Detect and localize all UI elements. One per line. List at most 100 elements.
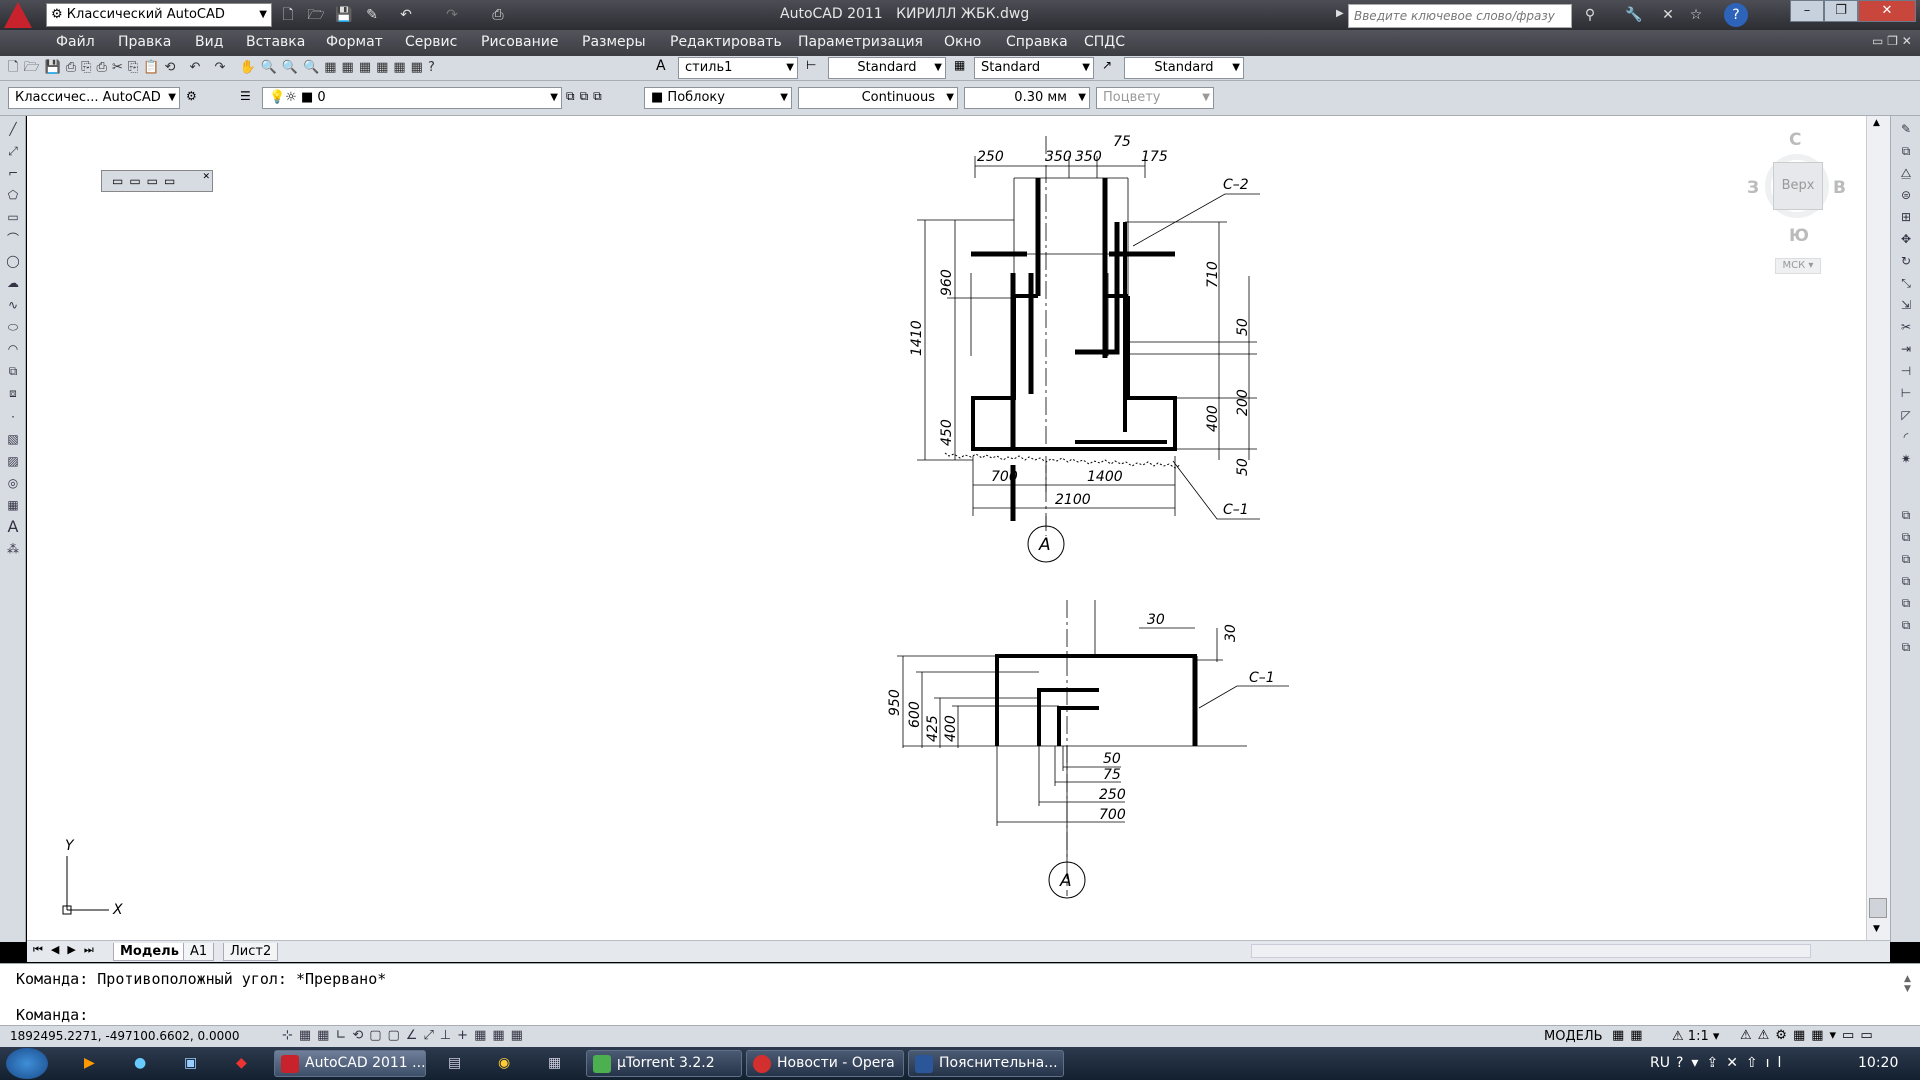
polyline-icon[interactable]: ⌐ xyxy=(4,164,22,182)
model-space-button[interactable]: МОДЕЛЬ xyxy=(1544,1029,1603,1044)
status-tray-icons[interactable]: ⚠⚠⚙▦▦▾▭▭ xyxy=(1740,1028,1879,1043)
drawing-canvas[interactable]: ▭▭▭▭ ✕ 250 350 350 75 175 1410 960 450 7… xyxy=(27,116,1867,940)
menu-tools[interactable]: Сервис xyxy=(405,34,457,50)
autocad-logo-icon[interactable] xyxy=(4,2,32,28)
draworder-back-icon[interactable]: ⧉ xyxy=(1897,550,1915,568)
viewcube-east[interactable]: В xyxy=(1833,178,1846,198)
scroll-down-icon[interactable]: ▼ xyxy=(1873,924,1880,934)
close-button[interactable]: ✕ xyxy=(1858,0,1916,22)
menu-edit[interactable]: Правка xyxy=(118,34,171,50)
menu-view[interactable]: Вид xyxy=(195,34,223,50)
annotation-scale[interactable]: ⚠ 1:1 ▾ xyxy=(1672,1029,1719,1044)
undo-icon[interactable]: ↶ xyxy=(394,3,418,27)
draworder-below-icon[interactable]: ⧉ xyxy=(1897,594,1915,612)
menu-format[interactable]: Формат xyxy=(326,34,383,50)
extend-icon[interactable]: ⇥ xyxy=(1897,340,1915,358)
ellipse-icon[interactable]: ⬭ xyxy=(4,318,22,336)
document-window-controls[interactable]: ▭ ❐ ✕ xyxy=(1872,34,1912,48)
command-prompt[interactable]: Команда: xyxy=(16,1006,88,1024)
command-line[interactable]: Команда: Противоположный угол: *Прервано… xyxy=(0,963,1920,1025)
insert-block-icon[interactable]: ⧉ xyxy=(4,362,22,380)
save-icon[interactable]: 💾 xyxy=(332,3,356,27)
explode-icon[interactable]: ✷ xyxy=(1897,450,1915,468)
drafting-toggles[interactable]: ⊹▦▦∟⟲▢▢∠⤢⊥+▦▦▦ xyxy=(282,1028,529,1043)
erase-icon[interactable]: ✎ xyxy=(1897,120,1915,138)
menu-window[interactable]: Окно xyxy=(944,34,981,50)
new-file-icon[interactable]: 🗋 xyxy=(276,3,300,27)
horizontal-scrollbar[interactable] xyxy=(1251,944,1811,958)
draworder-icon[interactable]: ⧉ xyxy=(1897,506,1915,524)
table-style-icon[interactable]: ▦ xyxy=(954,58,965,72)
workspace-settings-icon[interactable]: ⚙ xyxy=(186,89,197,103)
spline-icon[interactable]: ∿ xyxy=(4,296,22,314)
scale-icon[interactable]: ⤡ xyxy=(1897,274,1915,292)
vertical-scrollbar[interactable]: ▲ ▼ xyxy=(1866,116,1890,940)
menu-parametric[interactable]: Параметризация xyxy=(798,34,923,50)
standard-toolbar-icons[interactable]: 🗋🗁💾⎙⎘⎙✂⎘📋⟲ ↶ ↷ ✋🔍🔍🔍▦▦▦▦▦▦? xyxy=(8,58,648,78)
join-icon[interactable]: ⊢ xyxy=(1897,384,1915,402)
xline-icon[interactable]: ⤢ xyxy=(4,142,22,160)
text-style-icon[interactable]: A xyxy=(656,58,666,74)
hatch-back-icon[interactable]: ⧉ xyxy=(1897,638,1915,656)
gradient-icon[interactable]: ▨ xyxy=(4,452,22,470)
menu-help[interactable]: Справка xyxy=(1006,34,1068,50)
media-player-icon[interactable]: ▶ xyxy=(84,1055,95,1071)
workspace-select[interactable]: ⚙ Классический AutoCAD ▼ xyxy=(46,3,272,27)
revcloud-icon[interactable]: ☁ xyxy=(4,274,22,292)
save-as-icon[interactable]: ✎ xyxy=(360,3,384,27)
menu-file[interactable]: Файл xyxy=(56,34,95,50)
viewcube-west[interactable]: З xyxy=(1747,178,1759,198)
task-utorrent[interactable]: µTorrent 3.2.2 xyxy=(586,1050,742,1077)
layout-toggle-icons[interactable]: ▦▦ xyxy=(1612,1028,1649,1043)
add-selected-icon[interactable]: ⁂ xyxy=(4,540,22,558)
viewcube-face-top[interactable]: Верх xyxy=(1773,162,1823,210)
video-icon[interactable]: ▦ xyxy=(548,1055,561,1071)
ucs-menu[interactable]: МСК ▾ xyxy=(1775,258,1821,274)
offset-icon[interactable]: ⊜ xyxy=(1897,186,1915,204)
tab-a1[interactable]: А1 xyxy=(183,943,215,961)
redo-icon[interactable]: ↷ xyxy=(440,3,464,27)
mleader-style-icon[interactable]: ↗ xyxy=(1102,58,1112,72)
polygon-icon[interactable]: ⬠ xyxy=(4,186,22,204)
notepad-icon[interactable]: ▤ xyxy=(448,1055,461,1071)
maximize-button[interactable]: ❐ xyxy=(1824,0,1858,22)
dim-style-icon[interactable]: ⊢ xyxy=(806,58,816,72)
table-style-select[interactable]: Standard ▼ xyxy=(974,57,1094,79)
rotate-icon[interactable]: ↻ xyxy=(1897,252,1915,270)
viewcube-south[interactable]: Ю xyxy=(1789,226,1809,246)
tab-sheet2[interactable]: Лист2 xyxy=(223,943,279,961)
task-word[interactable]: Пояснительна... xyxy=(908,1050,1064,1077)
break-icon[interactable]: ⊣ xyxy=(1897,362,1915,380)
trim-icon[interactable]: ✂ xyxy=(1897,318,1915,336)
tab-nav-arrows[interactable]: ⏮◀▶⏭ xyxy=(33,943,102,957)
communication-icon[interactable]: ✕ xyxy=(1656,3,1680,27)
info-center-arrow-icon[interactable]: ▶ xyxy=(1336,8,1344,19)
hatch-icon[interactable]: ▧ xyxy=(4,430,22,448)
open-file-icon[interactable]: 🗁 xyxy=(304,3,328,27)
subscription-icon[interactable]: 🔧 xyxy=(1622,3,1646,27)
tab-model[interactable]: Модель xyxy=(113,943,186,961)
print-icon[interactable]: ⎙ xyxy=(486,3,510,27)
help-icon[interactable]: ? xyxy=(1724,3,1748,27)
chamfer-icon[interactable]: ◸ xyxy=(1897,406,1915,424)
start-button[interactable] xyxy=(6,1048,48,1079)
viewcube-north[interactable]: С xyxy=(1789,130,1801,150)
task-opera[interactable]: Новости - Opera xyxy=(746,1050,904,1077)
search-input[interactable]: Введите ключевое слово/фразу xyxy=(1348,4,1572,28)
scroll-up-icon[interactable]: ▲ xyxy=(1873,118,1880,128)
clock[interactable]: 10:20 xyxy=(1858,1055,1898,1071)
draworder-front-icon[interactable]: ⧉ xyxy=(1897,528,1915,546)
tray-icons[interactable]: ?▾⇪✕⇧ıl xyxy=(1676,1055,1789,1071)
favorites-star-icon[interactable]: ☆ xyxy=(1684,3,1708,27)
move-icon[interactable]: ✥ xyxy=(1897,230,1915,248)
dim-style-select[interactable]: Standard ▼ xyxy=(828,57,946,79)
make-block-icon[interactable]: ⧈ xyxy=(4,384,22,402)
menu-modify[interactable]: Редактировать xyxy=(670,34,782,50)
task-autocad[interactable]: AutoCAD 2011 ... xyxy=(274,1050,426,1077)
text-front-icon[interactable]: ⧉ xyxy=(1897,616,1915,634)
copy-icon[interactable]: ⧉ xyxy=(1897,142,1915,160)
layer-select[interactable]: 💡☼ ■ 0 ▼ xyxy=(262,87,562,109)
menu-spds[interactable]: СПДС xyxy=(1084,34,1125,50)
mleader-style-select[interactable]: Standard ▼ xyxy=(1124,57,1244,79)
plotstyle-select[interactable]: Поцвету ▼ xyxy=(1096,87,1214,109)
